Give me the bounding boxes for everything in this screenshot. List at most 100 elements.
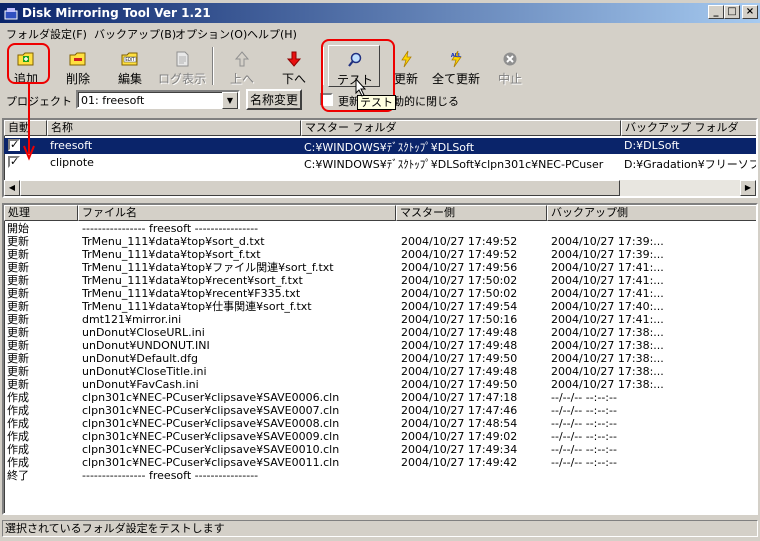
move-up-button[interactable]: 上へ: [216, 45, 268, 87]
maximize-button[interactable]: □: [724, 5, 740, 19]
rename-button[interactable]: 名称変更: [246, 89, 302, 110]
project-select[interactable]: 01: freesoft ▼: [76, 90, 240, 109]
folder-master-path: C:¥WINDOWS¥ﾃﾞｽｸﾄｯﾌﾟ¥DLSoft: [304, 141, 475, 154]
log-row[interactable]: 更新 TrMenu_111¥data¥top¥sort_d.txt 2004/10/…: [4, 235, 756, 248]
edit-label: 編集: [117, 72, 142, 86]
log-row[interactable]: 作成 clpn301c¥NEC-PCuser¥clipsave¥SAVE0011.…: [4, 456, 756, 469]
scroll-thumb[interactable]: [20, 180, 620, 196]
log-backup-time: 2004/10/27 17:38:...: [551, 352, 664, 365]
mouse-cursor-icon: [355, 78, 367, 97]
log-action: 更新: [7, 365, 29, 378]
column-header-filename[interactable]: ファイル名: [78, 205, 396, 221]
scroll-right-button[interactable]: ▶: [740, 180, 756, 196]
column-header-name[interactable]: 名称: [47, 120, 301, 136]
log-row[interactable]: 作成 clpn301c¥NEC-PCuser¥clipsave¥SAVE0010.…: [4, 443, 756, 456]
log-backup-time: --/--/-- --:--:--: [551, 443, 617, 456]
chevron-down-icon[interactable]: ▼: [222, 92, 238, 109]
log-backup-time: 2004/10/27 17:41:...: [551, 274, 664, 287]
log-row[interactable]: 更新 TrMenu_111¥data¥top¥sort_f.txt 2004/10/…: [4, 248, 756, 261]
menu-backup[interactable]: バックアップ(B): [94, 26, 176, 42]
log-master-time: 2004/10/27 17:49:48: [401, 326, 518, 339]
log-master-time: 2004/10/27 17:49:42: [401, 456, 518, 469]
document-icon: [176, 51, 189, 67]
log-button[interactable]: ログ表示: [156, 45, 208, 87]
folder-row[interactable]: ✓ clipnote C:¥WINDOWS¥ﾃﾞｽｸﾄｯﾌﾟ¥DLSoft¥cl…: [4, 155, 756, 171]
log-backup-time: --/--/-- --:--:--: [551, 456, 617, 469]
log-row[interactable]: 終了 ---------------- freesoft ------------…: [4, 469, 756, 482]
log-action: 作成: [7, 430, 29, 443]
log-row[interactable]: 更新 TrMenu_111¥data¥top¥仕事関連¥sort_f.txt 200…: [4, 300, 756, 313]
log-action: 更新: [7, 261, 29, 274]
auto-checkbox[interactable]: ✓: [8, 155, 20, 168]
log-row[interactable]: 更新 TrMenu_111¥data¥top¥recent¥sort_f.txt 2…: [4, 274, 756, 287]
folder-list-scrollbar[interactable]: ◀ ▶: [4, 180, 756, 196]
column-header-backup-side[interactable]: バックアップ側: [547, 205, 756, 221]
column-header-master[interactable]: マスター フォルダ: [301, 120, 621, 136]
delete-button[interactable]: 削除: [52, 45, 104, 87]
log-action: 作成: [7, 443, 29, 456]
close-button[interactable]: ×: [742, 5, 758, 19]
window-title: Disk Mirroring Tool Ver 1.21: [22, 6, 211, 20]
log-action: 更新: [7, 352, 29, 365]
log-master-time: 2004/10/27 17:49:34: [401, 443, 518, 456]
log-backup-time: 2004/10/27 17:39:...: [551, 235, 664, 248]
log-row[interactable]: 更新 unDonut¥FavCash.ini 2004/10/27 17:49:50…: [4, 378, 756, 391]
log-master-time: 2004/10/27 17:50:16: [401, 313, 518, 326]
log-backup-time: 2004/10/27 17:38:...: [551, 365, 664, 378]
log-action: 更新: [7, 248, 29, 261]
project-select-value: 01: freesoft: [81, 94, 145, 107]
log-filename: clpn301c¥NEC-PCuser¥clipsave¥SAVE0011.cl…: [82, 456, 340, 469]
stop-button[interactable]: 中止: [484, 45, 536, 87]
log-row[interactable]: 開始 ---------------- freesoft ------------…: [4, 222, 756, 235]
menu-help[interactable]: ヘルプ(H): [247, 26, 297, 42]
menu-folder-settings[interactable]: フォルダ設定(F): [6, 26, 87, 42]
stop-label: 中止: [497, 72, 522, 86]
log-filename: unDonut¥Default.dfg: [82, 352, 198, 365]
folder-name: clipnote: [50, 156, 94, 169]
log-row[interactable]: 更新 unDonut¥CloseTitle.ini 2004/10/27 17:49…: [4, 365, 756, 378]
column-header-action[interactable]: 処理: [4, 205, 78, 221]
log-action: 作成: [7, 391, 29, 404]
log-master-time: 2004/10/27 17:49:02: [401, 430, 518, 443]
lightning-all-icon: ALL: [451, 50, 462, 68]
log-master-time: 2004/10/27 17:47:18: [401, 391, 518, 404]
log-backup-time: 2004/10/27 17:39:...: [551, 248, 664, 261]
menu-options[interactable]: オプション(O): [175, 26, 247, 42]
column-header-master-side[interactable]: マスター側: [396, 205, 547, 221]
move-down-label: 下へ: [281, 72, 306, 86]
column-header-backup[interactable]: バックアップ フォルダ: [621, 120, 756, 136]
log-row[interactable]: 更新 dmt121¥mirror.ini 2004/10/27 17:50:16 20…: [4, 313, 756, 326]
toolbar-separator: [212, 47, 214, 85]
log-row[interactable]: 作成 clpn301c¥NEC-PCuser¥clipsave¥SAVE0006.…: [4, 391, 756, 404]
update-all-button[interactable]: ALL 全て更新: [430, 45, 482, 87]
log-master-time: 2004/10/27 17:47:46: [401, 404, 518, 417]
log-action: 更新: [7, 300, 29, 313]
edit-button[interactable]: EDIT 編集: [104, 45, 156, 87]
scroll-left-button[interactable]: ◀: [4, 180, 20, 196]
log-row[interactable]: 更新 unDonut¥UNDONUT.INI 2004/10/27 17:49:48…: [4, 339, 756, 352]
log-filename: clpn301c¥NEC-PCuser¥clipsave¥SAVE0007.cl…: [82, 404, 340, 417]
log-master-time: 2004/10/27 17:49:54: [401, 300, 518, 313]
log-filename: unDonut¥UNDONUT.INI: [82, 339, 210, 352]
log-row[interactable]: 更新 TrMenu_111¥data¥top¥recent¥F335.txt 200…: [4, 287, 756, 300]
log-row[interactable]: 作成 clpn301c¥NEC-PCuser¥clipsave¥SAVE0009.…: [4, 430, 756, 443]
log-filename: dmt121¥mirror.ini: [82, 313, 182, 326]
log-row[interactable]: 更新 unDonut¥Default.dfg 2004/10/27 17:49:50…: [4, 352, 756, 365]
log-action: 更新: [7, 235, 29, 248]
annotation-arrow: [23, 84, 35, 161]
log-filename: clpn301c¥NEC-PCuser¥clipsave¥SAVE0006.cl…: [82, 391, 340, 404]
log-filename: TrMenu_111¥data¥top¥sort_d.txt: [82, 235, 265, 248]
log-row[interactable]: 更新 TrMenu_111¥data¥top¥ファイル関連¥sort_f.txt 2…: [4, 261, 756, 274]
folder-row[interactable]: ✓ freesoft C:¥WINDOWS¥ﾃﾞｽｸﾄｯﾌﾟ¥DLSoft D:…: [4, 138, 756, 154]
log-row[interactable]: 更新 unDonut¥CloseURL.ini 2004/10/27 17:49:4…: [4, 326, 756, 339]
tooltip: テスト: [357, 95, 396, 110]
log-row[interactable]: 作成 clpn301c¥NEC-PCuser¥clipsave¥SAVE0007.…: [4, 404, 756, 417]
stop-icon: [503, 52, 517, 66]
auto-checkbox[interactable]: ✓: [8, 138, 20, 151]
log-action: 作成: [7, 417, 29, 430]
title-bar[interactable]: Disk Mirroring Tool Ver 1.21 _ □ ×: [0, 3, 760, 23]
log-master-time: 2004/10/27 17:49:50: [401, 378, 518, 391]
minimize-button[interactable]: _: [708, 5, 724, 19]
move-down-button[interactable]: 下へ: [268, 45, 320, 87]
log-row[interactable]: 作成 clpn301c¥NEC-PCuser¥clipsave¥SAVE0008.…: [4, 417, 756, 430]
